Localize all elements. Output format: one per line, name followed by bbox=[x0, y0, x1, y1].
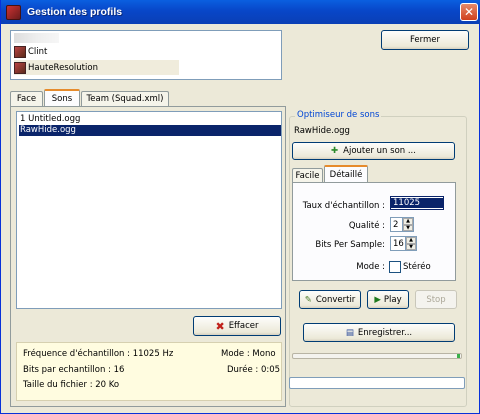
tab-face[interactable]: Face bbox=[10, 91, 43, 106]
spin-down-icon[interactable]: ▼ bbox=[403, 224, 413, 231]
add-sound-button[interactable]: ✚ Ajouter un son ... bbox=[292, 142, 455, 160]
sample-rate-info: Fréquence d'échantillon : 11025 Hz bbox=[23, 349, 174, 359]
save-icon: ▤ bbox=[345, 327, 354, 338]
app-icon bbox=[6, 4, 21, 20]
blurred-avatar bbox=[14, 33, 59, 43]
tab-sounds[interactable]: Sons bbox=[44, 89, 80, 107]
mode-label: Mode : bbox=[356, 262, 385, 272]
profile-avatar-icon bbox=[14, 45, 26, 58]
convert-label: Convertir bbox=[315, 294, 356, 305]
mode-info: Mode : Mono bbox=[221, 349, 276, 359]
list-item[interactable]: RawHide.ogg bbox=[19, 125, 281, 136]
play-button[interactable]: ▶ Play bbox=[367, 290, 409, 309]
window-title: Gestion des profils bbox=[27, 6, 123, 18]
quality-label: Qualité : bbox=[348, 221, 385, 231]
profile-item[interactable]: HauteResolution bbox=[14, 60, 179, 75]
tab-detailed[interactable]: Détaillé bbox=[324, 165, 368, 183]
bits-label: Bits Per Sample: bbox=[315, 240, 385, 250]
sound-info-panel: Fréquence d'échantillon : 11025 Hz Bits … bbox=[16, 342, 282, 401]
delete-label: Effacer bbox=[228, 321, 259, 331]
sample-rate-value: 11025 bbox=[391, 198, 443, 208]
optimizer-legend: Optimiseur de sons bbox=[295, 110, 382, 120]
add-sound-label: Ajouter un son ... bbox=[343, 146, 416, 156]
tab-team[interactable]: Team (Squad.xml) bbox=[81, 91, 169, 106]
profile-name: HauteResolution bbox=[28, 62, 98, 73]
bits-stepper[interactable]: 16 ▲ ▼ bbox=[390, 236, 417, 251]
profile-name: Clint bbox=[28, 46, 48, 57]
convert-button[interactable]: ✎ Convertir bbox=[299, 290, 361, 309]
bits-spin-arrows[interactable]: ▲ ▼ bbox=[405, 237, 416, 250]
profile-avatar-icon bbox=[14, 61, 26, 74]
bits-value: 16 bbox=[393, 238, 404, 249]
conversion-progress-bar bbox=[292, 353, 462, 359]
title-bar: Gestion des profils ✕ bbox=[1, 0, 480, 24]
play-icon: ▶ bbox=[374, 294, 381, 305]
stereo-label: Stéréo bbox=[403, 262, 431, 272]
duration-info: Durée : 0:05 bbox=[227, 365, 281, 375]
bits-info: Bits par echantillon : 16 bbox=[23, 365, 125, 375]
close-button[interactable]: Fermer bbox=[381, 30, 469, 50]
save-button[interactable]: ▤ Enregistrer... bbox=[303, 323, 455, 342]
list-item[interactable]: 1 Untitled.ogg bbox=[19, 114, 281, 125]
current-file-label: RawHide.ogg bbox=[294, 126, 350, 136]
quality-spin-arrows[interactable]: ▲ ▼ bbox=[402, 218, 413, 231]
sound-list[interactable]: 1 Untitled.ogg RawHide.ogg bbox=[16, 111, 282, 309]
delete-icon: ✖ bbox=[215, 319, 225, 333]
spin-down-icon[interactable]: ▼ bbox=[406, 243, 416, 250]
delete-button[interactable]: ✖ Effacer bbox=[193, 316, 281, 336]
profile-manager-window: Gestion des profils ✕ Clint HauteResolut… bbox=[0, 0, 480, 414]
file-size-info: Taille du fichier : 20 Ko bbox=[23, 380, 120, 390]
close-window-button[interactable]: ✕ bbox=[460, 3, 478, 21]
quality-stepper[interactable]: 2 ▲ ▼ bbox=[390, 217, 414, 232]
stop-button[interactable]: Stop bbox=[415, 290, 457, 309]
play-label: Play bbox=[383, 294, 402, 305]
quality-value: 2 bbox=[393, 219, 399, 230]
sample-rate-label: Taux d'échantillon : bbox=[302, 201, 385, 211]
progress-fill bbox=[457, 354, 460, 358]
sample-rate-input[interactable]: 11025 bbox=[390, 196, 444, 210]
status-progress-field bbox=[289, 377, 465, 389]
convert-icon: ✎ bbox=[304, 294, 312, 305]
profile-list[interactable]: Clint HauteResolution bbox=[10, 30, 282, 80]
profile-item[interactable]: Clint bbox=[14, 44, 179, 59]
tab-easy[interactable]: Facile bbox=[292, 168, 323, 182]
save-label: Enregistrer... bbox=[357, 327, 413, 338]
add-sound-icon: ✚ bbox=[331, 146, 339, 156]
stereo-checkbox[interactable] bbox=[389, 261, 401, 273]
